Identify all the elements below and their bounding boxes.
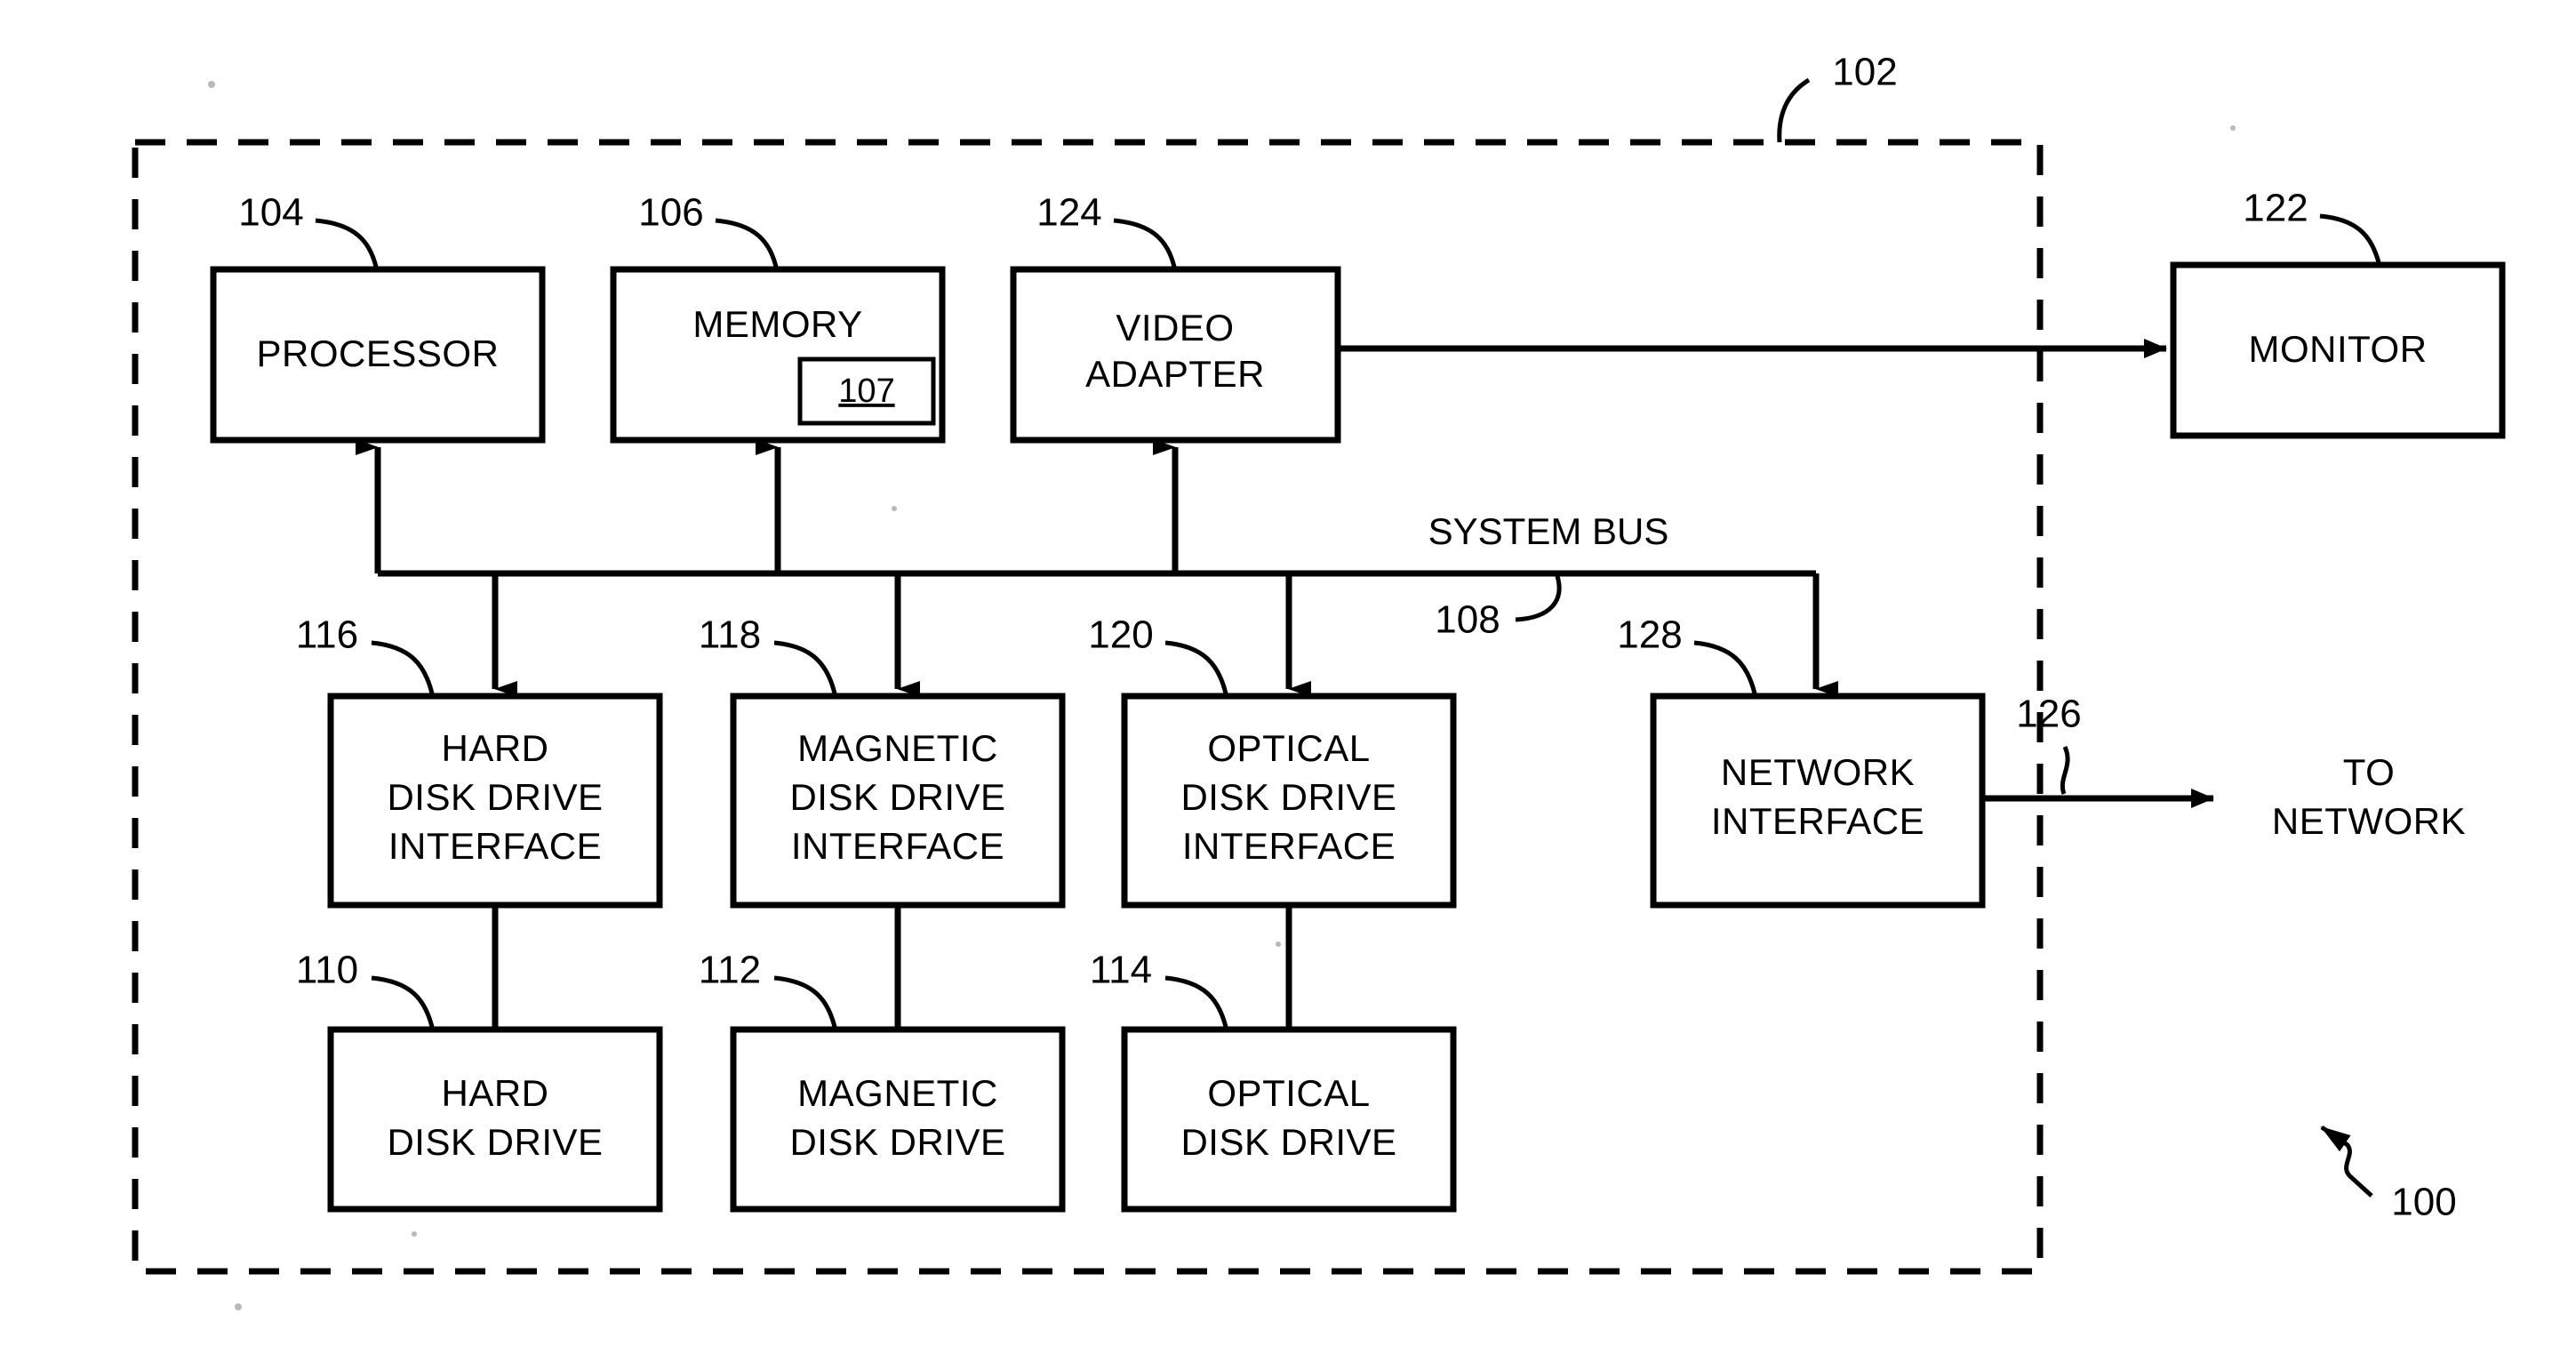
scan-speck	[1276, 941, 1281, 947]
magnetic-drive-ref-leader	[773, 975, 837, 1028]
video-adapter-ref-leader	[1113, 218, 1177, 268]
monitor-label: MONITOR	[2248, 328, 2427, 370]
optical-drive-label-line1: OPTICAL	[1207, 1072, 1370, 1114]
scan-speck	[892, 506, 897, 511]
enclosure-ref-leader	[1777, 77, 1811, 143]
scan-speck	[2230, 125, 2236, 131]
magnetic-interface-label-line3: INTERFACE	[791, 825, 1004, 867]
network-link-ref-number: 126	[2016, 693, 2081, 736]
to-network-label-line1: TO	[2343, 751, 2396, 793]
monitor-ref-leader	[2319, 213, 2381, 263]
memory-ref-leader	[715, 218, 779, 268]
processor-ref-leader	[315, 218, 379, 268]
optical-interface-ref-leader	[1164, 640, 1228, 694]
magnetic-interface-ref-number: 118	[699, 613, 761, 657]
optical-interface-label-line2: DISK DRIVE	[1180, 776, 1396, 818]
network-interface-ref-leader	[1693, 640, 1757, 694]
hdd-interface-label-line1: HARD	[441, 727, 548, 769]
memory-label: MEMORY	[692, 303, 862, 345]
scan-speck	[208, 81, 215, 88]
hdd-interface-ref-number: 116	[296, 613, 358, 657]
magnetic-disk-drive-block[interactable]	[730, 1026, 1066, 1213]
magnetic-interface-label-line2: DISK DRIVE	[789, 776, 1005, 818]
network-interface-label-line1: NETWORK	[1721, 751, 1915, 793]
hdd-interface-label-line3: INTERFACE	[388, 825, 602, 867]
magnetic-drive-label-line1: MAGNETIC	[797, 1072, 998, 1114]
network-interface-label-line2: INTERFACE	[1711, 800, 1924, 842]
optical-disk-drive-block[interactable]	[1121, 1026, 1457, 1213]
system-bus-ref-number: 108	[1435, 598, 1500, 642]
scan-speck	[412, 1231, 417, 1237]
to-network-label-line2: NETWORK	[2272, 800, 2466, 842]
optical-drive-ref-number: 114	[1090, 949, 1152, 992]
video-adapter-ref-number: 124	[1036, 191, 1101, 235]
video-adapter-label-line2: ADAPTER	[1085, 353, 1265, 395]
video-adapter-label-line1: VIDEO	[1116, 307, 1234, 349]
optical-drive-label-line2: DISK DRIVE	[1180, 1121, 1396, 1163]
magnetic-drive-label-line2: DISK DRIVE	[789, 1121, 1005, 1163]
figure-ref-leader-arrow	[2320, 1125, 2373, 1198]
hdd-ref-leader	[371, 975, 435, 1028]
figure-ref-number: 100	[2391, 1181, 2456, 1224]
enclosure-ref-number: 102	[1832, 51, 1897, 94]
magnetic-drive-ref-number: 112	[699, 949, 761, 992]
hdd-interface-ref-leader	[371, 640, 435, 694]
optical-interface-label-line3: INTERFACE	[1182, 825, 1396, 867]
optical-interface-label-line1: OPTICAL	[1207, 727, 1370, 769]
network-link-ref-leader	[2060, 745, 2070, 795]
magnetic-interface-ref-leader	[773, 640, 837, 694]
hdd-label-line1: HARD	[441, 1072, 548, 1114]
patent-block-diagram: PROCESSOR 104 MEMORY 107 106 VIDEO ADAPT…	[132, 51, 2506, 1310]
hdd-ref-number: 110	[296, 949, 358, 992]
monitor-ref-number: 122	[2243, 187, 2308, 230]
processor-ref-number: 104	[238, 191, 303, 235]
hdd-interface-label-line2: DISK DRIVE	[387, 776, 603, 818]
memory-inner-ref-number: 107	[838, 373, 894, 410]
figure-canvas: PROCESSOR 104 MEMORY 107 106 VIDEO ADAPT…	[0, 0, 2576, 1346]
network-interface-ref-number: 128	[1617, 613, 1682, 657]
scan-speck	[235, 1303, 242, 1310]
magnetic-interface-label-line1: MAGNETIC	[797, 727, 998, 769]
hdd-label-line2: DISK DRIVE	[387, 1121, 603, 1163]
optical-drive-ref-leader	[1164, 975, 1228, 1028]
memory-ref-number: 106	[638, 191, 703, 235]
hard-disk-drive-block[interactable]	[327, 1026, 663, 1213]
optical-interface-ref-number: 120	[1088, 613, 1153, 657]
processor-label: PROCESSOR	[257, 332, 500, 374]
system-bus-ref-leader	[1515, 575, 1562, 622]
system-bus-label: SYSTEM BUS	[1428, 510, 1669, 552]
